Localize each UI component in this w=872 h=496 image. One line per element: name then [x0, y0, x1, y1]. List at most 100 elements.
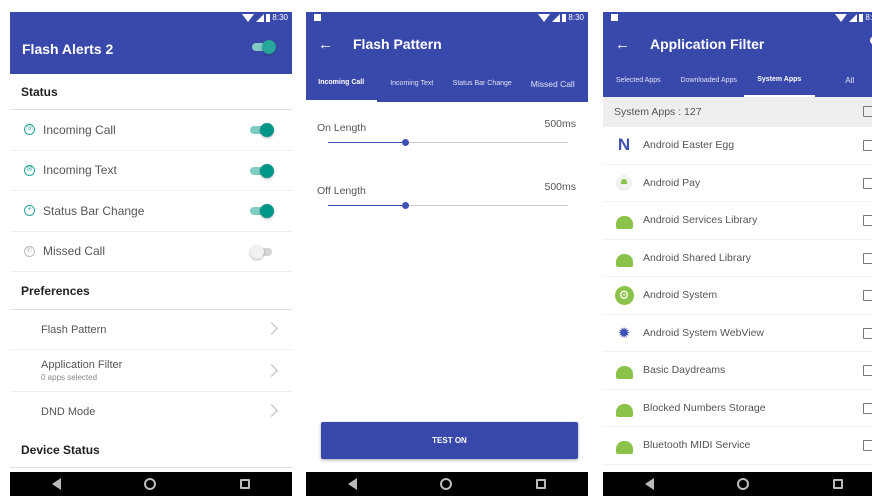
alert-label: Incoming Call — [43, 122, 116, 137]
off-length-slider-thumb[interactable] — [401, 202, 409, 209]
nav-recents-icon[interactable] — [536, 479, 547, 489]
tab-system-apps[interactable]: System Apps — [744, 65, 815, 97]
tab-all[interactable]: All — [815, 65, 872, 97]
preferences-section-header: Preferences — [10, 272, 292, 310]
app-title: Flash Alerts 2 — [22, 40, 114, 57]
off-length-value: 500ms — [544, 181, 576, 193]
nav-back-icon[interactable] — [347, 478, 357, 490]
off-length-setting: Off Length 500ms — [306, 165, 588, 228]
android-robot-icon — [614, 435, 634, 455]
app-row[interactable]: Android Pay — [603, 165, 872, 202]
nav-home-icon[interactable] — [440, 478, 453, 490]
app-checkbox[interactable] — [863, 365, 872, 376]
back-arrow-icon[interactable]: ← — [615, 36, 630, 53]
alert-type-tabs: Incoming Call Incoming Text Status Bar C… — [306, 65, 588, 102]
android-n-icon: N — [617, 135, 631, 155]
app-row[interactable]: N Android Easter Egg — [603, 127, 872, 165]
screen-flash-alerts: 8:30 Flash Alerts 2 Status ☏ Incoming Ca… — [10, 12, 292, 496]
incoming-call-toggle[interactable] — [250, 123, 274, 137]
application-filter-label: Application Filter — [41, 359, 123, 371]
flash-pattern-label: Flash Pattern — [41, 323, 107, 336]
tab-incoming-text[interactable]: Incoming Text — [377, 65, 448, 102]
tab-missed-call[interactable]: Missed Call — [518, 65, 589, 102]
app-checkbox[interactable] — [863, 290, 872, 301]
status-bar-change-toggle[interactable] — [250, 204, 274, 218]
app-bar: ← Flash Pattern — [306, 23, 588, 65]
nav-back-icon[interactable] — [644, 478, 654, 490]
on-length-slider[interactable] — [328, 139, 568, 146]
app-name: Android Shared Library — [643, 251, 751, 264]
status-bar: 8:30 — [10, 12, 292, 23]
nav-recents-icon[interactable] — [833, 479, 844, 489]
android-robot-icon — [614, 248, 634, 268]
webview-gear-icon: ✹ — [617, 324, 631, 342]
wifi-icon — [242, 13, 255, 22]
app-name: Android Services Library — [643, 214, 758, 227]
alert-row-incoming-text[interactable]: ✉ Incoming Text — [10, 151, 292, 191]
app-bar: ← Application Filter — [603, 23, 872, 65]
app-name: Android Pay — [643, 176, 701, 189]
on-length-slider-thumb[interactable] — [401, 139, 409, 146]
app-checkbox[interactable] — [863, 440, 872, 451]
tab-status-bar-change[interactable]: Status Bar Change — [447, 65, 518, 102]
app-checkbox[interactable] — [863, 402, 872, 414]
app-title: Application Filter — [650, 36, 765, 52]
nav-back-icon[interactable] — [51, 478, 61, 490]
app-row[interactable]: Android Services Library — [603, 202, 872, 240]
application-filter-item[interactable]: Application Filter 0 apps selected — [10, 350, 292, 392]
app-row[interactable]: Android Shared Library — [603, 240, 872, 277]
back-arrow-icon[interactable]: ← — [318, 36, 333, 53]
app-checkbox[interactable] — [863, 215, 872, 226]
system-apps-header: System Apps : 127 — [603, 97, 872, 127]
app-row[interactable]: Blocked Numbers Storage — [603, 390, 872, 427]
plus-circle-icon: + — [24, 205, 35, 217]
status-time: 8:30 — [568, 13, 584, 22]
nav-bar — [306, 472, 588, 496]
battery-icon — [562, 13, 567, 22]
incoming-text-toggle[interactable] — [250, 163, 274, 178]
nav-home-icon[interactable] — [144, 478, 157, 490]
wifi-icon — [538, 13, 551, 22]
tab-incoming-call[interactable]: Incoming Call — [306, 65, 377, 102]
app-row[interactable]: Bluetooth MIDI Service — [603, 427, 872, 465]
select-all-checkbox[interactable] — [863, 106, 872, 117]
app-checkbox[interactable] — [863, 140, 872, 151]
android-robot-icon — [614, 398, 634, 418]
app-name: Bluetooth MIDI Service — [643, 439, 751, 452]
tab-selected-apps[interactable]: Selected Apps — [603, 65, 674, 97]
android-system-gear-icon: ⚙ — [614, 285, 634, 305]
alert-row-status-bar-change[interactable]: + Status Bar Change — [10, 191, 292, 232]
master-toggle[interactable] — [252, 40, 276, 54]
app-checkbox[interactable] — [863, 327, 872, 339]
app-row[interactable]: ✹ Android System WebView — [603, 315, 872, 352]
app-category-tabs: Selected Apps Downloaded Apps System App… — [603, 65, 872, 97]
wifi-icon — [835, 13, 848, 22]
off-length-slider[interactable] — [328, 202, 568, 209]
battery-icon — [859, 13, 864, 22]
alert-row-missed-call[interactable]: ✆ Missed Call — [10, 232, 292, 272]
alert-label: Incoming Text — [43, 163, 117, 178]
signal-icon — [256, 13, 265, 22]
flash-pattern-item[interactable]: Flash Pattern — [10, 310, 292, 350]
app-title: Flash Pattern — [353, 36, 442, 52]
device-status-section-header: Device Status — [10, 432, 292, 468]
test-on-button[interactable]: TEST ON — [321, 422, 578, 459]
off-length-label: Off Length — [317, 185, 366, 197]
app-name: Basic Daydreams — [643, 364, 726, 377]
status-time: 8:30 — [865, 13, 872, 22]
app-row[interactable]: Basic Daydreams — [603, 352, 872, 390]
app-checkbox[interactable] — [863, 252, 872, 264]
screen-flash-pattern: 8:30 ← Flash Pattern Incoming Call Incom… — [306, 12, 588, 496]
tab-downloaded-apps[interactable]: Downloaded Apps — [674, 65, 745, 97]
app-row[interactable]: ⚙ Android System — [603, 277, 872, 315]
nav-recents-icon[interactable] — [240, 479, 251, 489]
dnd-mode-item[interactable]: DND Mode — [10, 392, 292, 432]
signal-icon — [849, 13, 858, 22]
nav-home-icon[interactable] — [737, 478, 750, 490]
app-name: Blocked Numbers Storage — [643, 401, 766, 414]
app-name: Android System WebView — [643, 326, 765, 339]
missed-call-toggle[interactable] — [250, 244, 274, 259]
notification-icon — [314, 14, 321, 21]
alert-row-incoming-call[interactable]: ☏ Incoming Call — [10, 110, 292, 151]
app-checkbox[interactable] — [863, 177, 872, 189]
